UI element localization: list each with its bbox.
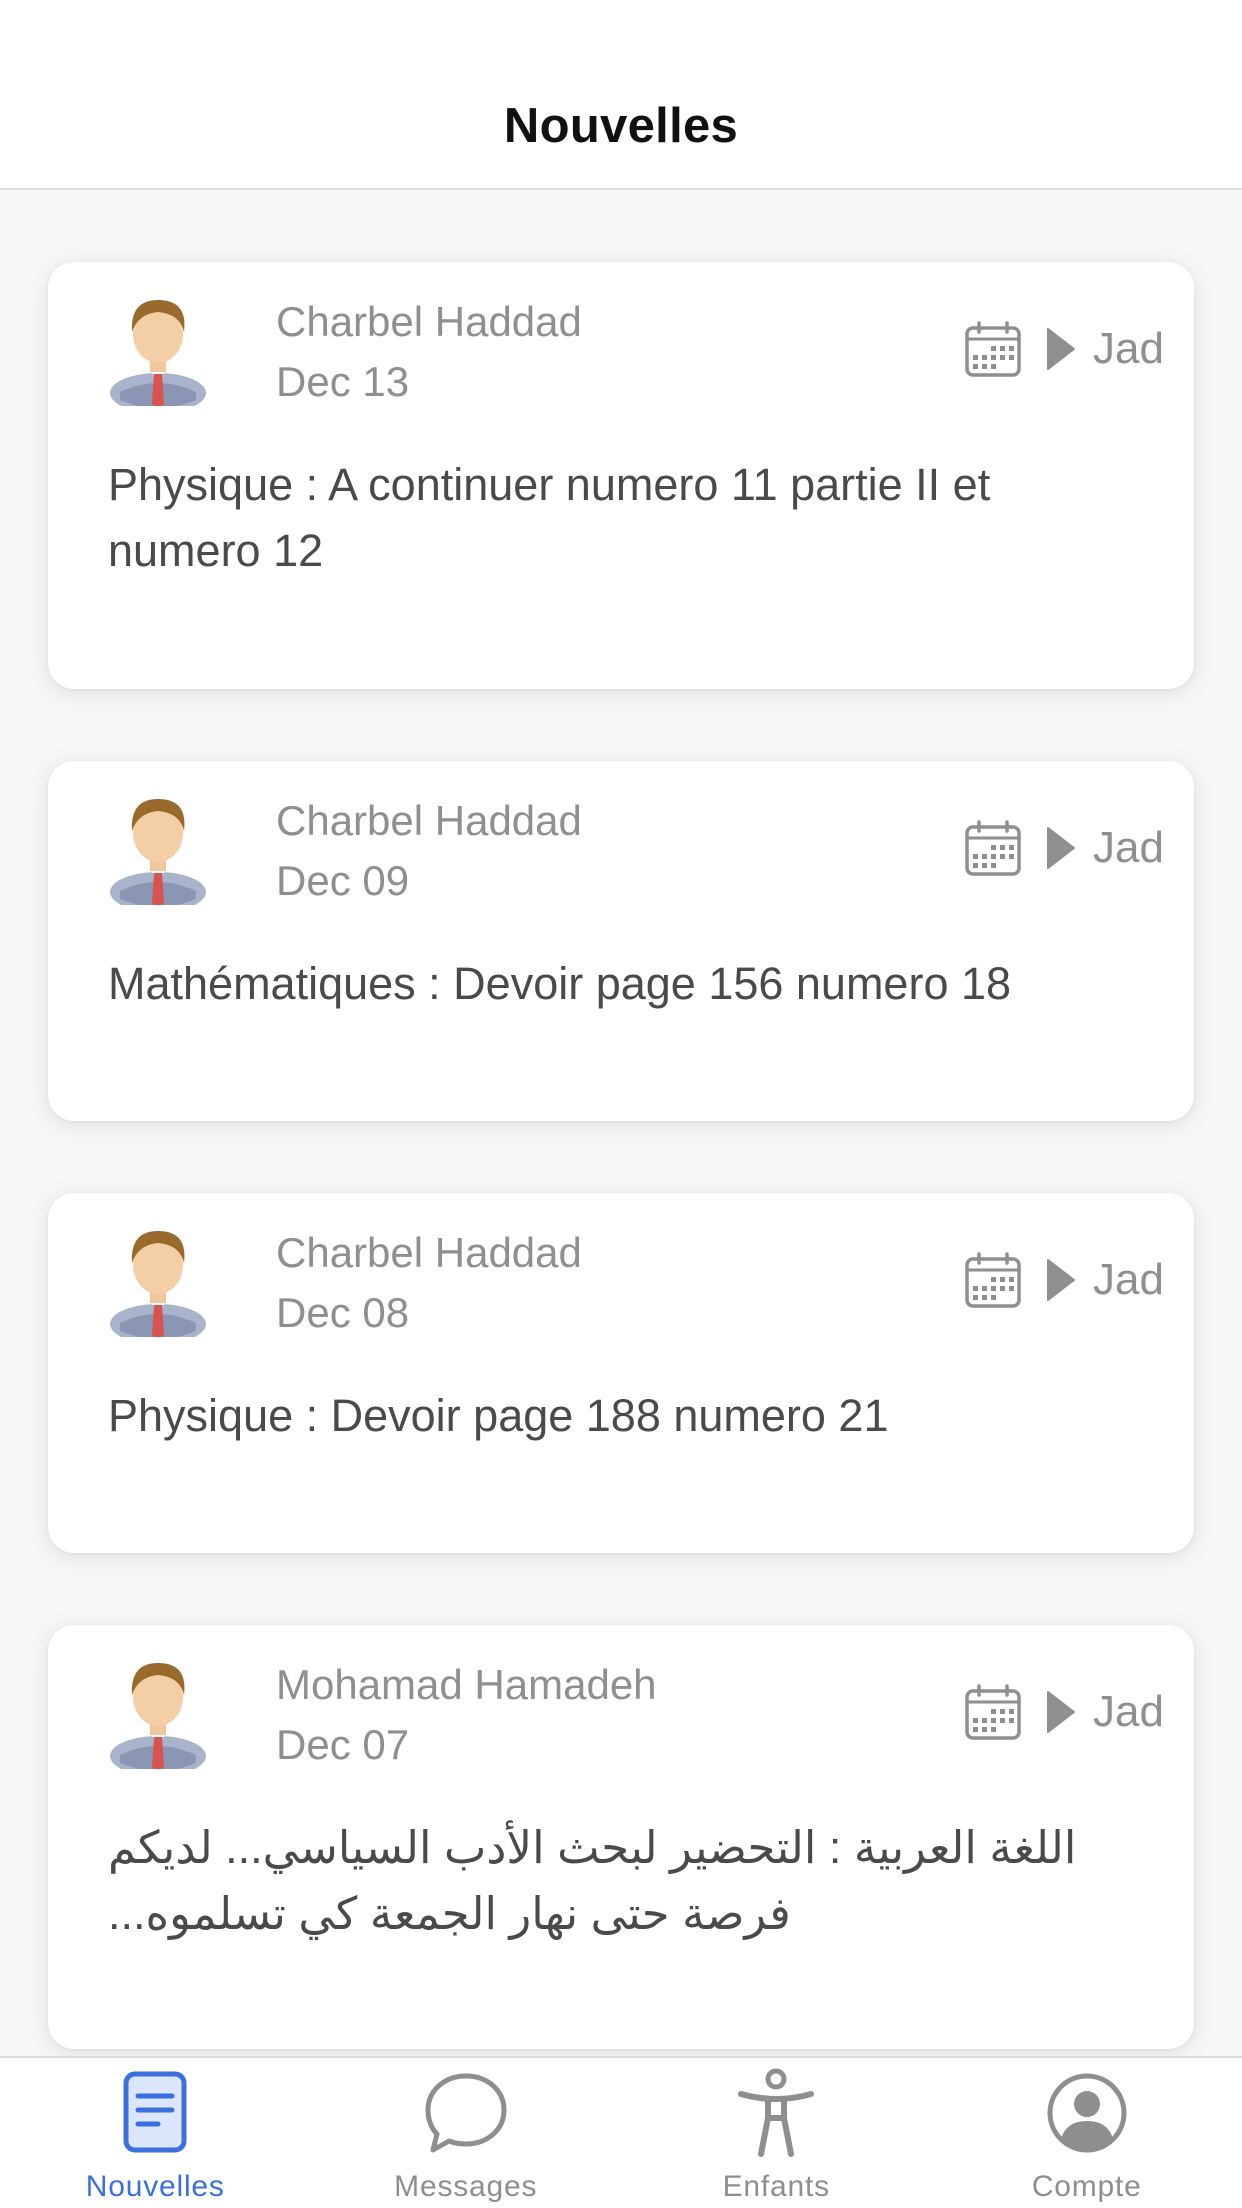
teacher-avatar-icon [110, 799, 206, 905]
tab-nouvelles[interactable]: Nouvelles [0, 2058, 311, 2208]
post-date: Dec 13 [276, 358, 410, 405]
news-icon [123, 2071, 187, 2153]
post-date: Dec 08 [276, 1289, 410, 1336]
news-card-header: Charbel Haddad Dec 13 Jad [48, 262, 1194, 452]
tab-label: Messages [394, 2170, 538, 2203]
news-card[interactable]: Charbel Haddad Dec 13 Jad Physique: A c… [48, 262, 1194, 689]
post-text: Mathématiques : Devoir page 156 numero 1… [108, 958, 1012, 1009]
author-name: Charbel Haddad [276, 797, 582, 844]
teacher-avatar-icon [110, 1231, 206, 1337]
news-card-header: Charbel Haddad Dec 08 Jad [48, 1193, 1194, 1383]
author-name: Charbel Haddad [276, 298, 582, 345]
calendar-icon [965, 1684, 1021, 1740]
tab-messages[interactable]: Messages [311, 2058, 622, 2208]
news-feed[interactable]: Charbel Haddad Dec 13 Jad Physique: A c… [48, 262, 1194, 2121]
child-name: Jad [1093, 823, 1164, 872]
app-screen: Nouvelles Charbel Haddad Dec 13 Jad Phys… [0, 0, 1242, 2208]
tab-enfants[interactable]: Enfants [621, 2058, 932, 2208]
post-text: Physique : A continuer numero 11 partie … [108, 459, 991, 576]
post-date: Dec 09 [276, 857, 410, 904]
calendar-icon [965, 1252, 1021, 1308]
teacher-avatar-icon [110, 1663, 206, 1769]
post-meta: Jad [963, 1680, 1164, 1744]
news-card[interactable]: Mohamad Hamadeh Dec 07 Jad اللغة العربية… [48, 1625, 1194, 2049]
navigation-bar: Nouvelles [0, 0, 1242, 190]
calendar-icon [965, 321, 1021, 377]
author-name: Mohamad Hamadeh [276, 1661, 657, 1708]
post-meta: Jad [963, 317, 1164, 381]
tab-label: Nouvelles [85, 2170, 225, 2203]
child-name: Jad [1093, 324, 1164, 373]
post-meta: Jad [963, 1248, 1164, 1312]
calendar-icon [965, 820, 1021, 876]
triangle-right-icon [1047, 1259, 1076, 1301]
news-card[interactable]: Charbel Haddad Dec 09 Jad Mathématiques … [48, 761, 1194, 1121]
message-bubble-icon [425, 2073, 507, 2153]
post-text: Physique : Devoir page 188 numero 21 [108, 1390, 889, 1441]
author-name: Charbel Haddad [276, 1229, 582, 1276]
news-card[interactable]: Charbel Haddad Dec 08 Jad Physique: Dev… [48, 1193, 1194, 1553]
news-card-header: Mohamad Hamadeh Dec 07 Jad [48, 1625, 1194, 1815]
news-card-header: Charbel Haddad Dec 09 Jad [48, 761, 1194, 951]
tab-label: Compte [1031, 2170, 1142, 2203]
tab-bar: Nouvelles Messages Enfants Compte [0, 2056, 1242, 2208]
teacher-avatar-icon [110, 300, 206, 406]
tab-label: Enfants [722, 2170, 830, 2203]
post-date: Dec 07 [276, 1721, 410, 1768]
account-circle-icon [1047, 2073, 1127, 2153]
tab-compte[interactable]: Compte [932, 2058, 1242, 2208]
person-icon [738, 2068, 815, 2157]
post-text: اللغة العربية : التحضير لبحث الأدب السيا… [108, 1822, 1077, 1939]
child-name: Jad [1093, 1255, 1164, 1304]
child-name: Jad [1093, 1687, 1164, 1736]
page-title: Nouvelles [503, 99, 739, 153]
triangle-right-icon [1047, 328, 1076, 370]
triangle-right-icon [1047, 827, 1076, 869]
post-meta: Jad [963, 816, 1164, 880]
triangle-right-icon [1047, 1691, 1076, 1733]
